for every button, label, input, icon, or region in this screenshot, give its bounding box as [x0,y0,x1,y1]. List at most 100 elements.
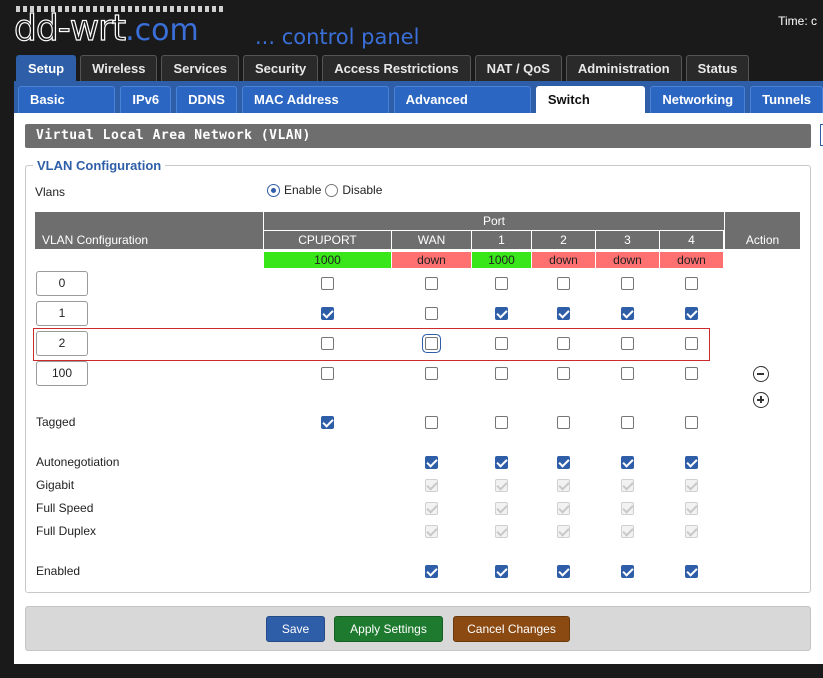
subtab-networking[interactable]: Networking [650,86,746,113]
autonegotiation-3-checkbox[interactable] [621,455,634,469]
full-duplex-2-checkbox [557,524,570,538]
tab-security[interactable]: Security [242,55,319,81]
option-label-full-speed: Full Speed [36,501,94,515]
subtab-mac-address-clone[interactable]: MAC Address Clone [241,86,389,133]
vlan-2-port-wan-checkbox[interactable] [425,336,438,350]
port-speed-wan: down [392,252,471,268]
option-label-full-duplex: Full Duplex [36,524,97,538]
vlan-1-port-4-checkbox[interactable] [685,306,698,320]
content-panel: Virtual Local Area Network (VLAN) VLAN C… [14,113,823,664]
tab-setup[interactable]: Setup [16,55,77,81]
time-label: Time: c [778,14,817,28]
vlans-disable-radio[interactable] [325,183,339,197]
tab-access-restrictions[interactable]: Access Restrictions [322,55,471,81]
main-tab-bar: Setup Wireless Services Security Access Rest… [16,55,750,81]
section-title: Virtual Local Area Network (VLAN) [25,124,811,148]
autonegotiation-1-checkbox[interactable] [495,455,508,469]
vlan-0-port-cpuport-checkbox[interactable] [321,276,334,290]
vlan-100-port-wan-checkbox[interactable] [425,366,438,380]
enable-label: Enable [284,183,322,197]
full-duplex-4-checkbox [685,524,698,538]
autonegotiation-4-checkbox[interactable] [685,455,698,469]
gigabit-wan-checkbox [425,478,438,492]
autonegotiation-wan-checkbox[interactable] [425,455,438,469]
tab-services[interactable]: Services [161,55,239,81]
option-label-enabled: Enabled [36,564,81,578]
subtab-ddns[interactable]: DDNS [176,86,237,113]
vlan-100-port-2-checkbox[interactable] [557,366,570,380]
vlan-2-port-1-checkbox[interactable] [495,336,508,350]
vlan-1-port-2-checkbox[interactable] [557,306,570,320]
vlan-2-port-3-checkbox[interactable] [621,336,634,350]
ddwrt-logo: dd-wrt.com [13,8,199,49]
vlan-100-port-cpuport-checkbox[interactable] [321,366,334,380]
subtab-switch-config[interactable]: Switch Config [535,86,646,133]
full-duplex-wan-checkbox [425,524,438,538]
subtab-basic-setup[interactable]: Basic Setup [18,86,116,133]
vlan-1-port-wan-checkbox[interactable] [425,306,438,320]
port-speed-2: down [532,252,595,268]
tab-nat-qos[interactable]: NAT / QoS [474,55,562,81]
enabled-2-checkbox[interactable] [557,564,570,578]
save-button[interactable]: Save [266,616,325,642]
option-label-autonegotiation: Autonegotiation [36,455,120,469]
port-header: Port [264,212,724,230]
vlan-id-input[interactable]: 0 [36,271,88,296]
tagged-wan-checkbox[interactable] [425,415,438,429]
vlan-row-2-highlight [33,328,710,361]
vlan-2-port-cpuport-checkbox[interactable] [321,336,334,350]
tab-status[interactable]: Status [685,55,750,81]
gigabit-2-checkbox [557,478,570,492]
vlan-1-port-3-checkbox[interactable] [621,306,634,320]
remove-vlan-button[interactable] [753,366,769,382]
tagged-cpuport-checkbox[interactable] [321,415,334,429]
subtab-tunnels[interactable]: Tunnels [750,86,823,113]
enabled-1-checkbox[interactable] [495,564,508,578]
vlans-label: Vlans [35,185,66,199]
full-speed-3-checkbox [621,501,634,515]
tab-administration[interactable]: Administration [565,55,682,81]
vlans-enable-radio[interactable] [267,183,280,197]
add-vlan-button[interactable] [753,392,769,408]
enabled-4-checkbox[interactable] [685,564,698,578]
vlan-100-port-4-checkbox[interactable] [685,366,698,380]
enabled-wan-checkbox[interactable] [425,564,438,578]
option-label-gigabit: Gigabit [36,478,75,492]
tagged-3-checkbox[interactable] [621,415,634,429]
port-name-wan: WAN [392,231,471,249]
subtab-ipv6[interactable]: IPv6 [120,86,172,113]
sub-tab-bar: Basic SetupIPv6DDNSMAC Address CloneAdva… [18,86,823,133]
port-name-cpuport: CPUPORT [264,231,391,249]
full-speed-2-checkbox [557,501,570,515]
vlan-0-port-1-checkbox[interactable] [495,276,508,290]
cancel-changes-button[interactable]: Cancel Changes [453,616,570,642]
vlan-id-input[interactable]: 1 [36,301,88,326]
subtab-advanced-routing[interactable]: Advanced Routing [393,86,531,133]
vlan-0-port-wan-checkbox[interactable] [425,276,438,290]
autonegotiation-2-checkbox[interactable] [557,455,570,469]
gigabit-3-checkbox [621,478,634,492]
apply-settings-button[interactable]: Apply Settings [334,616,443,642]
tab-wireless[interactable]: Wireless [80,55,158,81]
vlan-1-port-cpuport-checkbox[interactable] [321,306,334,320]
port-speed-cpuport: 1000 [264,252,391,268]
vlan-id-input[interactable]: 2 [36,331,88,356]
full-speed-1-checkbox [495,501,508,515]
gigabit-1-checkbox [495,478,508,492]
tagged-2-checkbox[interactable] [557,415,570,429]
tagged-1-checkbox[interactable] [495,415,508,429]
vlan-100-port-1-checkbox[interactable] [495,366,508,380]
full-duplex-1-checkbox [495,524,508,538]
vlan-2-port-4-checkbox[interactable] [685,336,698,350]
enabled-3-checkbox[interactable] [621,564,634,578]
vlan-0-port-2-checkbox[interactable] [557,276,570,290]
vlan-id-input[interactable]: 100 [36,361,88,386]
vlan-2-port-2-checkbox[interactable] [557,336,570,350]
vlan-1-port-1-checkbox[interactable] [495,306,508,320]
vlan-100-port-3-checkbox[interactable] [621,366,634,380]
port-speed-3: down [596,252,659,268]
full-speed-4-checkbox [685,501,698,515]
vlan-0-port-4-checkbox[interactable] [685,276,698,290]
tagged-4-checkbox[interactable] [685,415,698,429]
vlan-0-port-3-checkbox[interactable] [621,276,634,290]
